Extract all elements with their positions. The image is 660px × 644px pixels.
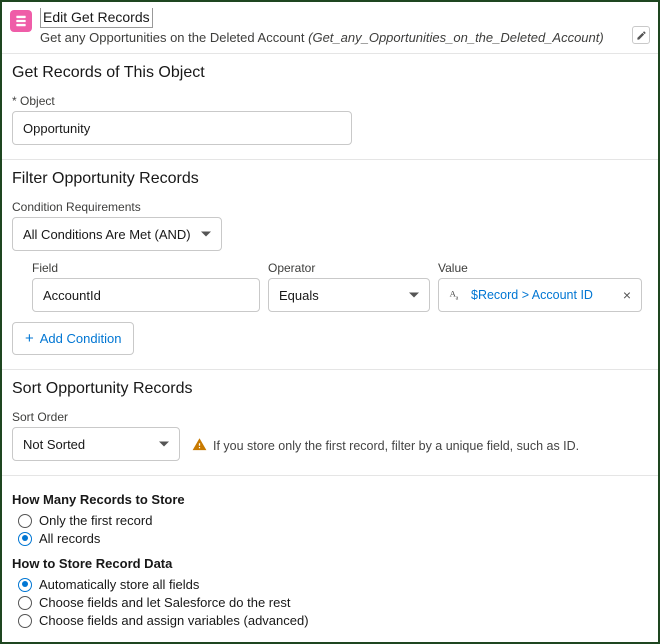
how-many-option-label: Only the first record: [39, 513, 152, 528]
object-section: Get Records of This Object Object: [2, 54, 658, 160]
how-store-option-label: Automatically store all fields: [39, 577, 199, 592]
svg-text:a: a: [456, 296, 459, 302]
how-store-heading: How to Store Record Data: [12, 556, 648, 571]
value-column-label: Value: [438, 261, 642, 275]
filter-section-title: Filter Opportunity Records: [12, 170, 648, 188]
edit-get-records-panel: Edit Get Records Get any Opportunities o…: [2, 2, 658, 642]
radio-icon: [18, 578, 32, 592]
text-icon: Aa: [449, 287, 465, 303]
edit-label-button[interactable]: [632, 26, 650, 44]
add-condition-button[interactable]: + Add Condition: [12, 322, 134, 355]
condition-requirements-label: Condition Requirements: [12, 200, 648, 214]
sort-section-title: Sort Opportunity Records: [12, 380, 648, 398]
how-store-option[interactable]: Automatically store all fields: [18, 577, 648, 592]
panel-title: Edit Get Records: [40, 8, 153, 28]
how-many-option[interactable]: Only the first record: [18, 513, 648, 528]
operator-column-label: Operator: [268, 261, 430, 275]
pencil-icon: [636, 30, 647, 41]
radio-icon: [18, 596, 32, 610]
condition-operator-select[interactable]: Equals: [268, 278, 430, 312]
object-label: Object: [12, 94, 648, 108]
panel-subtitle-label: Get any Opportunities on the Deleted Acc…: [40, 30, 308, 45]
object-section-title: Get Records of This Object: [12, 64, 648, 82]
field-column-label: Field: [32, 261, 260, 275]
how-many-option[interactable]: All records: [18, 531, 648, 546]
how-store-option[interactable]: Choose fields and let Salesforce do the …: [18, 595, 648, 610]
filter-section: Filter Opportunity Records Condition Req…: [2, 160, 658, 370]
how-store-option-label: Choose fields and assign variables (adva…: [39, 613, 309, 628]
panel-header: Edit Get Records Get any Opportunities o…: [2, 2, 658, 54]
how-store-option[interactable]: Choose fields and assign variables (adva…: [18, 613, 648, 628]
panel-subtitle: Get any Opportunities on the Deleted Acc…: [40, 30, 624, 45]
condition-value-input[interactable]: Aa $Record > Account ID ×: [438, 278, 642, 312]
condition-row: Field AccountId Operator Equals Value Aa…: [32, 261, 648, 312]
add-condition-label: Add Condition: [40, 331, 122, 346]
warning-icon: [192, 437, 207, 455]
condition-requirements-select[interactable]: All Conditions Are Met (AND): [12, 217, 222, 251]
condition-field-input[interactable]: AccountId: [32, 278, 260, 312]
condition-field-value: AccountId: [43, 288, 101, 303]
sort-order-value: Not Sorted: [23, 437, 85, 452]
radio-icon: [18, 614, 32, 628]
panel-api-name: (Get_any_Opportunities_on_the_Deleted_Ac…: [308, 30, 604, 45]
sort-order-label: Sort Order: [12, 410, 180, 424]
condition-operator-value: Equals: [279, 288, 319, 303]
sort-order-select[interactable]: Not Sorted: [12, 427, 180, 461]
condition-value-text: $Record > Account ID: [471, 288, 617, 302]
sort-warning-text: If you store only the first record, filt…: [213, 439, 579, 453]
how-many-heading: How Many Records to Store: [12, 492, 648, 507]
how-store-option-label: Choose fields and let Salesforce do the …: [39, 595, 290, 610]
store-section: How Many Records to Store Only the first…: [2, 476, 658, 642]
plus-icon: +: [25, 331, 34, 346]
sort-section: Sort Opportunity Records Sort Order Not …: [2, 370, 658, 476]
condition-requirements-value: All Conditions Are Met (AND): [23, 227, 191, 242]
how-many-option-label: All records: [39, 531, 100, 546]
remove-value-icon[interactable]: ×: [623, 288, 631, 302]
radio-icon: [18, 532, 32, 546]
get-records-icon: [10, 10, 32, 32]
radio-icon: [18, 514, 32, 528]
object-input[interactable]: [12, 111, 352, 145]
sort-warning: If you store only the first record, filt…: [192, 437, 579, 455]
